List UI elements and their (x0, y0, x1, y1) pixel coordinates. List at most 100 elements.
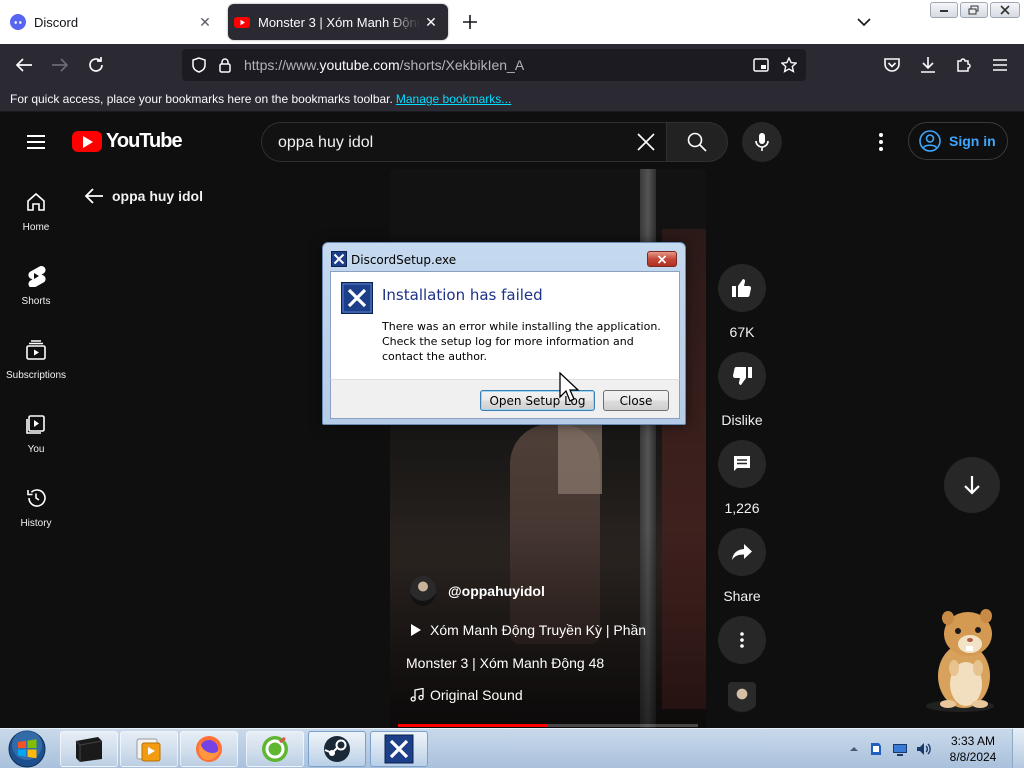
taskbar-item-firefox[interactable] (180, 731, 238, 767)
search-button[interactable] (666, 122, 728, 162)
arrow-left-icon (15, 58, 32, 72)
discord-setup-icon (384, 734, 414, 764)
manage-bookmarks-link[interactable]: Manage bookmarks... (396, 92, 511, 106)
sound-link[interactable]: Original Sound (410, 687, 523, 703)
like-button[interactable]: 67K (716, 264, 768, 340)
address-bar[interactable]: https://www.youtube.com/shorts/XekbikIen… (182, 49, 806, 81)
more-actions-button[interactable] (716, 616, 768, 664)
close-icon[interactable]: ✕ (194, 11, 216, 33)
sidebar-item-home[interactable]: Home (0, 170, 72, 240)
play-icon (411, 624, 421, 636)
sidebar-item-you[interactable]: You (0, 392, 72, 462)
sidebar-item-subscriptions[interactable]: Subscriptions (0, 318, 72, 388)
dislike-label: Dislike (721, 412, 763, 428)
picture-in-picture-icon[interactable] (752, 57, 770, 73)
mini-guide: Home Shorts Subscriptions You History (0, 170, 72, 730)
forward-button[interactable] (48, 54, 72, 76)
share-button[interactable]: Share (716, 528, 768, 604)
thumbs-down-icon (718, 352, 766, 400)
hamburger-icon (27, 135, 45, 149)
lock-icon[interactable] (216, 57, 234, 73)
pocket-button[interactable] (880, 54, 904, 76)
guide-menu-button[interactable] (24, 130, 48, 154)
download-icon (921, 57, 935, 73)
start-button[interactable] (6, 729, 48, 768)
sidebar-item-label: Subscriptions (5, 370, 67, 381)
tab-strip: Discord ✕ Monster 3 | Xóm Manh Động 48 ✕ (0, 0, 1024, 44)
video-progress-bar[interactable] (398, 724, 698, 727)
new-tab-button[interactable] (458, 10, 482, 34)
close-button[interactable]: Close (603, 390, 669, 411)
window-close-button[interactable] (990, 2, 1020, 18)
youtube-play-icon (72, 131, 102, 152)
clear-search-icon[interactable] (636, 132, 656, 152)
search-input[interactable]: oppa huy idol (261, 122, 667, 162)
channel-info[interactable]: @oppahuyidol (410, 576, 545, 606)
shield-icon[interactable] (190, 57, 208, 73)
dialog-title: DiscordSetup.exe (351, 253, 457, 267)
short-title-line2[interactable]: Monster 3 | Xóm Manh Động 48 (406, 655, 604, 671)
settings-more-button[interactable] (870, 130, 892, 154)
dialog-footer: Open Setup Log Close (330, 379, 680, 419)
dialog-body: Installation has failed There was an err… (330, 271, 680, 379)
search-title: oppa huy idol (112, 188, 203, 204)
discord-setup-icon (331, 251, 347, 267)
minimize-button[interactable] (930, 2, 958, 18)
taskbar-item-media-player[interactable] (120, 731, 178, 767)
back-to-search[interactable]: oppa huy idol (84, 184, 203, 208)
home-icon (24, 190, 48, 214)
star-icon[interactable] (780, 57, 798, 73)
downloads-button[interactable] (916, 54, 940, 76)
sign-in-button[interactable]: Sign in (908, 122, 1008, 160)
show-desktop-button[interactable] (1012, 729, 1024, 768)
firefox-icon (196, 736, 222, 762)
dialog-close-button[interactable] (647, 251, 677, 267)
restore-button[interactable] (960, 2, 988, 18)
chevron-down-icon (857, 18, 871, 27)
logo-text: YouTube (106, 130, 183, 152)
youtube-logo[interactable]: YouTube (72, 130, 183, 153)
extensions-button[interactable] (952, 54, 976, 76)
tab-discord[interactable]: Discord ✕ (4, 4, 222, 40)
next-video-button[interactable] (944, 457, 1000, 513)
close-icon[interactable]: ✕ (420, 11, 442, 33)
back-button[interactable] (12, 54, 36, 76)
reload-icon (89, 57, 103, 72)
channel-handle[interactable]: @oppahuyidol (448, 583, 545, 599)
sidebar-item-label: Home (22, 222, 50, 233)
voice-search-button[interactable] (742, 122, 782, 162)
subscriptions-icon (24, 338, 48, 362)
like-count: 67K (729, 324, 755, 340)
media-player-icon (136, 738, 161, 762)
sign-in-label: Sign in (949, 133, 996, 149)
taskbar-item-desktop-app[interactable] (60, 731, 118, 767)
taskbar-item-discord-setup[interactable] (370, 731, 428, 767)
dislike-button[interactable]: Dislike (716, 352, 768, 428)
sound-avatar[interactable] (728, 682, 756, 722)
hamster-gadget (918, 604, 1014, 714)
tab-youtube[interactable]: Monster 3 | Xóm Manh Động 48 ✕ (228, 4, 448, 40)
you-icon (24, 412, 48, 436)
hamster-image (926, 609, 994, 712)
reload-button[interactable] (84, 54, 108, 76)
bookmarks-toolbar: For quick access, place your bookmarks h… (0, 86, 1024, 112)
music-note-icon (410, 688, 424, 702)
short-title-line1: Xóm Manh Động Truyền Kỳ | Phần (430, 622, 647, 638)
mouse-cursor-icon (559, 371, 581, 404)
list-all-tabs-button[interactable] (852, 12, 876, 32)
youtube-header: YouTube oppa huy idol Sign in (0, 112, 1024, 170)
taskbar-clock[interactable]: 3:33 AM 8/8/2024 (938, 733, 1008, 765)
sidebar-item-history[interactable]: History (0, 466, 72, 536)
short-title[interactable]: Xóm Manh Động Truyền Kỳ | Phần (410, 622, 646, 638)
dialog-message: There was an error while installing the … (382, 320, 661, 363)
installer-error-dialog: DiscordSetup.exe Installation has failed… (322, 242, 686, 425)
sidebar-item-shorts[interactable]: Shorts (0, 244, 72, 314)
taskbar-item-ccleaner[interactable] (246, 731, 304, 767)
channel-avatar[interactable] (410, 576, 436, 606)
taskbar-item-steam[interactable] (308, 731, 366, 767)
menu-button[interactable] (988, 54, 1012, 76)
clock-date: 8/8/2024 (949, 750, 997, 764)
tab-title: Monster 3 | Xóm Manh Động 48 (258, 14, 420, 30)
volume-icon (917, 743, 931, 755)
comments-button[interactable]: 1,226 (716, 440, 768, 516)
